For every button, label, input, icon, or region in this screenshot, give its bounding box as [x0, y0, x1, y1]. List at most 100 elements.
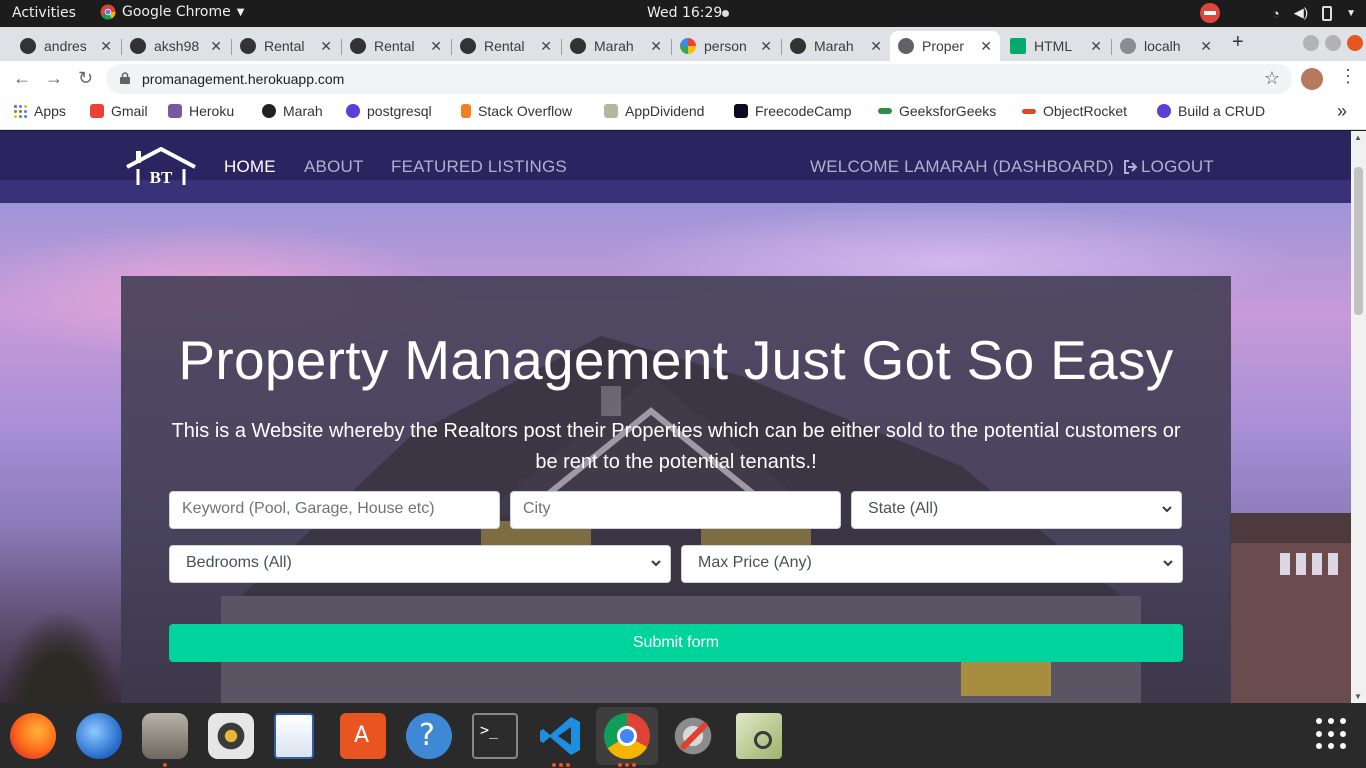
system-tray[interactable]: ◔ ◀) ▼: [1199, 3, 1356, 23]
github-icon: [570, 38, 586, 54]
reload-button[interactable]: ↻: [78, 68, 93, 89]
bookmark-postgresql[interactable]: postgresql: [346, 103, 432, 119]
nav-dashboard[interactable]: WELCOME LAMARAH (DASHBOARD): [810, 157, 1114, 177]
tab[interactable]: localh ✕: [1112, 31, 1220, 61]
bookmark-label: Gmail: [111, 103, 148, 119]
thunderbird-icon[interactable]: [76, 713, 122, 759]
files-icon[interactable]: [142, 713, 188, 759]
tab[interactable]: person ✕: [672, 31, 780, 61]
forward-button[interactable]: →: [45, 68, 63, 89]
image-viewer-icon[interactable]: [736, 713, 782, 759]
keyword-input[interactable]: Keyword (Pool, Garage, House etc): [169, 491, 500, 529]
bookmark-stackoverflow[interactable]: Stack Overflow: [461, 103, 572, 119]
help-icon[interactable]: ?: [406, 713, 452, 759]
apps-grid-icon: [14, 104, 27, 118]
max-price-select[interactable]: Max Price (Any): [681, 545, 1183, 583]
address-bar[interactable]: promanagement.herokuapp.com ☆: [106, 64, 1292, 94]
back-button[interactable]: ←: [13, 68, 31, 89]
close-icon[interactable]: ✕: [1090, 38, 1102, 55]
bt-logo[interactable]: BT: [124, 147, 198, 187]
bookmark-build-a-crud[interactable]: Build a CRUD: [1157, 103, 1265, 119]
city-input[interactable]: City: [510, 491, 841, 529]
close-icon[interactable]: ✕: [320, 38, 332, 55]
nav-home[interactable]: HOME: [224, 157, 276, 177]
globe-icon: [1120, 38, 1136, 54]
close-icon[interactable]: ✕: [100, 38, 112, 55]
tab[interactable]: Marah ✕: [562, 31, 670, 61]
settings-icon[interactable]: [670, 713, 716, 759]
tab[interactable]: andres ✕: [12, 31, 120, 61]
activities-button[interactable]: Activities: [12, 5, 76, 21]
tab[interactable]: HTML ✕: [1002, 31, 1110, 61]
battery-icon[interactable]: [1322, 5, 1333, 21]
do-not-disturb-icon[interactable]: [1199, 3, 1220, 23]
geeksforgeeks-icon: [878, 108, 892, 114]
tab-label: Proper: [922, 38, 965, 54]
close-window-button[interactable]: [1347, 35, 1363, 51]
w3-icon: [1010, 38, 1026, 54]
scroll-down-icon[interactable]: ▼: [1354, 692, 1362, 701]
app-menu[interactable]: Google Chrome ▼: [100, 4, 244, 20]
notification-dot-icon: [722, 10, 729, 17]
volume-icon[interactable]: ◀): [1294, 5, 1308, 21]
globe-icon: [898, 38, 914, 54]
neighbor-house: [1230, 513, 1351, 703]
ubuntu-software-icon[interactable]: A: [340, 713, 386, 759]
tab[interactable]: aksh98 ✕: [122, 31, 230, 61]
submit-form-button[interactable]: Submit form: [169, 624, 1183, 662]
libreoffice-writer-icon[interactable]: [274, 713, 314, 759]
vscode-icon[interactable]: [538, 713, 584, 759]
show-applications-button[interactable]: [1316, 718, 1348, 750]
github-icon: [130, 38, 146, 54]
scrollbar-thumb[interactable]: [1354, 167, 1363, 315]
bookmark-apps[interactable]: Apps: [14, 103, 66, 119]
bedrooms-select[interactable]: Bedrooms (All): [169, 545, 671, 583]
close-icon[interactable]: ✕: [870, 38, 882, 55]
new-tab-button[interactable]: +: [1232, 31, 1244, 54]
close-icon[interactable]: ✕: [1200, 38, 1212, 55]
bookmarks-overflow-button[interactable]: »: [1337, 101, 1347, 122]
kebab-menu-icon[interactable]: ⋮: [1339, 66, 1357, 87]
wifi-icon[interactable]: ◔: [1272, 6, 1280, 21]
chrome-icon[interactable]: [604, 713, 650, 759]
rhythmbox-icon[interactable]: [208, 713, 254, 759]
bookmark-appdividend[interactable]: AppDividend: [604, 103, 704, 119]
bookmark-label: Stack Overflow: [478, 103, 573, 119]
tab[interactable]: Rental ✕: [342, 31, 450, 61]
bookmark-objectrocket[interactable]: ObjectRocket: [1022, 103, 1127, 119]
nav-about[interactable]: ABOUT: [304, 157, 364, 177]
terminal-icon[interactable]: >_: [472, 713, 518, 759]
logo-text: BT: [150, 168, 173, 187]
state-select-value: State (All): [868, 500, 939, 517]
tab-active[interactable]: Proper ✕: [890, 31, 1000, 61]
close-icon[interactable]: ✕: [210, 38, 222, 55]
profile-avatar[interactable]: [1301, 68, 1323, 90]
bookmark-star-icon[interactable]: ☆: [1264, 68, 1280, 89]
browser-toolbar: ← → ↻ promanagement.herokuapp.com ☆ ⋮: [0, 61, 1366, 97]
close-icon[interactable]: ✕: [430, 38, 442, 55]
bookmark-gmail[interactable]: Gmail: [90, 103, 148, 119]
tab[interactable]: Marah ✕: [782, 31, 890, 61]
chevron-down-icon[interactable]: ▼: [1346, 8, 1356, 19]
tab[interactable]: Rental ✕: [452, 31, 560, 61]
close-icon[interactable]: ✕: [760, 38, 772, 55]
firefox-icon[interactable]: [10, 713, 56, 759]
tab[interactable]: Rental ✕: [232, 31, 340, 61]
scroll-up-icon[interactable]: ▲: [1354, 133, 1362, 142]
close-icon[interactable]: ✕: [980, 38, 992, 55]
clock[interactable]: Wed 16:29: [647, 5, 722, 21]
bookmark-marah[interactable]: Marah: [262, 103, 323, 119]
close-icon[interactable]: ✕: [650, 38, 662, 55]
minimize-button[interactable]: [1303, 35, 1319, 51]
bookmark-freecodecamp[interactable]: FreecodeCamp: [734, 103, 852, 119]
bookmark-heroku[interactable]: Heroku: [168, 103, 234, 119]
close-icon[interactable]: ✕: [540, 38, 552, 55]
maximize-button[interactable]: [1325, 35, 1341, 51]
state-select[interactable]: State (All): [851, 491, 1182, 529]
bookmark-geeksforgeeks[interactable]: GeeksforGeeks: [878, 103, 996, 119]
logout-label: LOGOUT: [1141, 157, 1214, 176]
nav-logout[interactable]: LOGOUT: [1123, 157, 1214, 177]
page-scrollbar[interactable]: ▲ ▼: [1351, 131, 1366, 703]
nav-featured-listings[interactable]: FEATURED LISTINGS: [391, 157, 567, 177]
hero-title: Property Management Just Got So Easy: [178, 329, 1174, 391]
